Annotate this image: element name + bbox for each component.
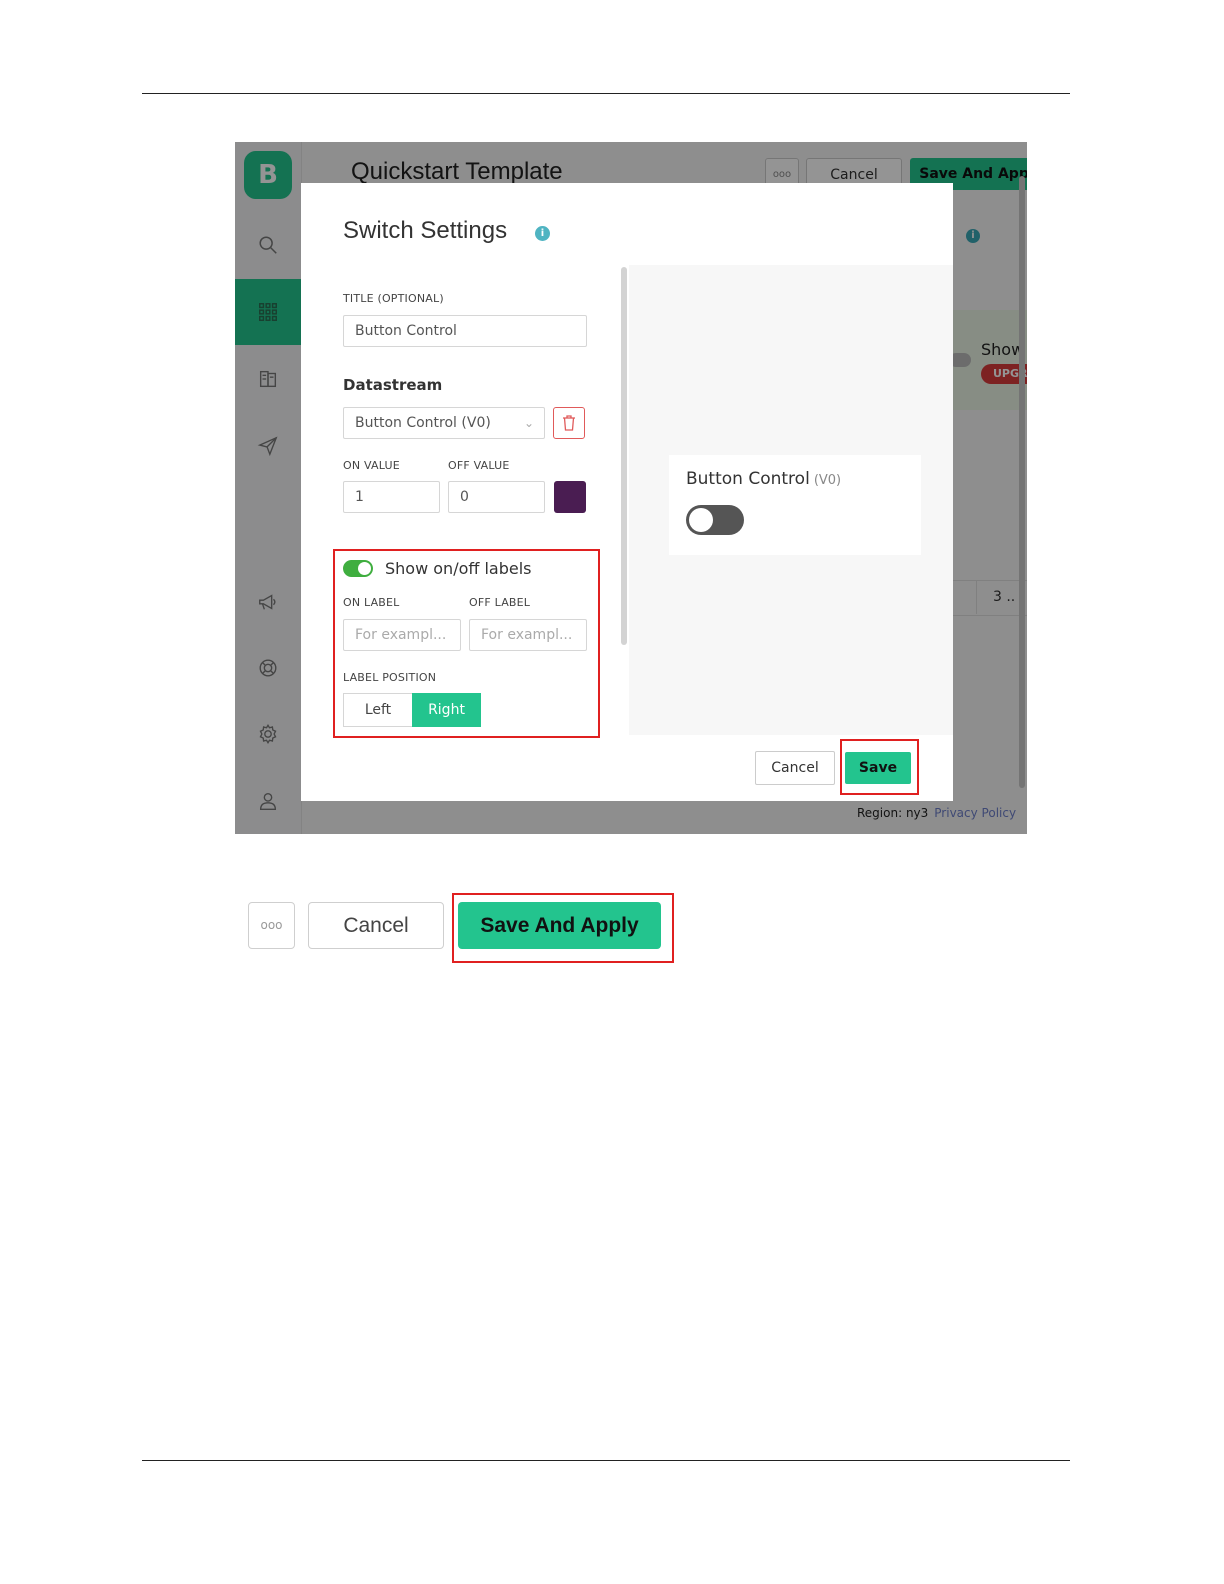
switch-preview-card: Button Control (V0) [669,455,921,555]
highlight-save-and-apply [452,893,674,963]
datastream-label: Datastream [343,376,443,394]
off-value-input[interactable]: 0 [448,481,545,513]
switch-knob [689,508,713,532]
title-field-label: TITLE (OPTIONAL) [343,292,444,305]
datastream-select[interactable]: Button Control (V0) ⌄ [343,407,545,439]
blynk-screenshot: B Quickstart Template ooo Cancel Save An… [235,142,1027,834]
highlight-save-button [840,739,919,795]
settings-scrollbar[interactable] [621,267,627,645]
color-picker[interactable] [554,481,586,513]
header-rule [142,93,1070,94]
on-value-label: ON VALUE [343,459,400,472]
more-options-button[interactable]: ooo [248,902,295,949]
footer-rule [142,1460,1070,1461]
off-value-label: OFF VALUE [448,459,510,472]
modal-cancel-button[interactable]: Cancel [755,751,835,785]
trash-icon [563,415,575,431]
highlight-labels-section [333,549,600,738]
preview-pin: (V0) [813,473,842,488]
cancel-button[interactable]: Cancel [308,902,444,949]
preview-title: Button Control (V0) [686,469,841,489]
info-icon[interactable]: i [535,226,550,241]
on-value-input[interactable]: 1 [343,481,440,513]
switch-settings-modal: Switch Settings i TITLE (OPTIONAL) Butto… [301,183,953,801]
preview-switch[interactable] [686,505,744,535]
title-input[interactable]: Button Control [343,315,587,347]
modal-title: Switch Settings [343,217,508,244]
chevron-down-icon: ⌄ [523,416,534,430]
datastream-value: Button Control (V0) [355,415,491,431]
delete-datastream-button[interactable] [553,407,585,439]
preview-title-text: Button Control [686,469,810,489]
